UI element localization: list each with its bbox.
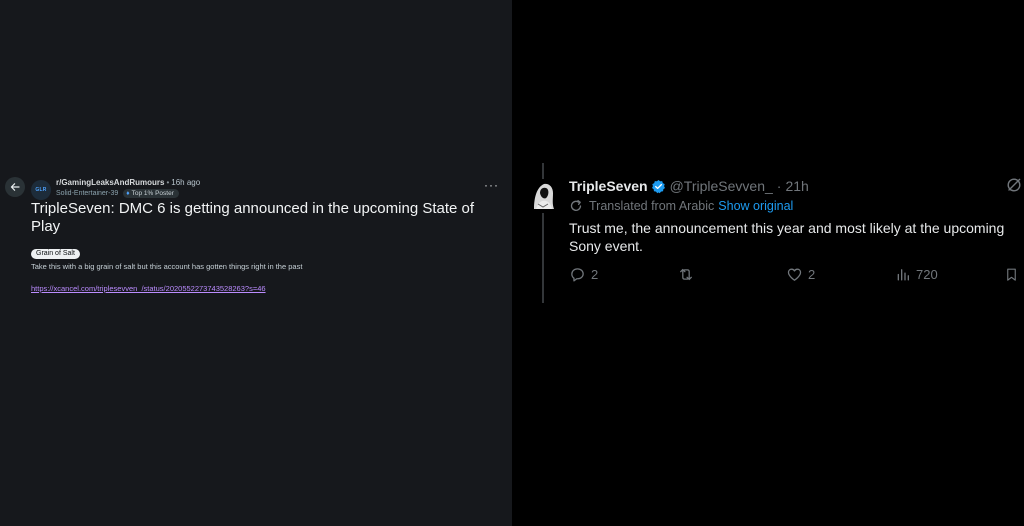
post-meta: r/GamingLeaksAndRumours • 16h ago bbox=[56, 178, 200, 187]
post-title: TripleSeven: DMC 6 is getting announced … bbox=[31, 200, 475, 235]
author-badge-label: Top 1% Poster bbox=[131, 190, 174, 197]
grok-button[interactable] bbox=[1006, 177, 1022, 193]
reply-button[interactable]: 2 bbox=[569, 266, 598, 283]
author-line: Solid-Entertainer-39 ♦ Top 1% Poster bbox=[56, 189, 179, 198]
tweet-separator: · bbox=[776, 178, 782, 194]
tweet-handle[interactable]: @TripleSevven_ bbox=[670, 178, 773, 194]
meta-separator: • bbox=[166, 178, 170, 187]
more-horizontal-icon: ··· bbox=[484, 178, 499, 192]
view-count: 720 bbox=[916, 267, 938, 282]
tweet-text: Trust me, the announcement this year and… bbox=[569, 220, 1005, 254]
grok-icon bbox=[1007, 178, 1021, 192]
post-age: 16h ago bbox=[171, 178, 201, 187]
more-options-button[interactable]: ··· bbox=[484, 178, 499, 193]
views-button[interactable]: 720 bbox=[895, 266, 938, 283]
reply-count: 2 bbox=[591, 267, 599, 282]
heart-icon bbox=[787, 268, 802, 281]
show-original-link[interactable]: Show original bbox=[718, 199, 793, 213]
hooded-figure-avatar-icon bbox=[526, 179, 560, 213]
views-chart-icon bbox=[897, 269, 909, 281]
repost-button[interactable] bbox=[677, 266, 700, 283]
bookmark-icon bbox=[1007, 268, 1016, 281]
verified-badge-icon bbox=[651, 179, 666, 194]
reply-icon bbox=[571, 268, 584, 282]
subreddit-avatar[interactable]: GLR bbox=[31, 180, 51, 200]
back-button[interactable] bbox=[5, 177, 25, 197]
post-author[interactable]: Solid-Entertainer-39 bbox=[56, 190, 118, 197]
reddit-post-pane: GLR r/GamingLeaksAndRumours • 16h ago Soli… bbox=[0, 0, 512, 526]
tweet-actions: 2 2 720 bbox=[0, 266, 1024, 286]
tweet-avatar[interactable] bbox=[526, 179, 560, 213]
like-count: 2 bbox=[808, 267, 816, 282]
subreddit-name[interactable]: r/GamingLeaksAndRumours bbox=[56, 178, 164, 187]
translate-icon bbox=[570, 199, 582, 211]
bookmark-button[interactable] bbox=[1004, 266, 1019, 283]
tweet-display-name[interactable]: TripleSeven bbox=[569, 178, 648, 194]
post-flair[interactable]: Grain of Salt bbox=[31, 249, 80, 259]
subreddit-avatar-text: GLR bbox=[35, 187, 47, 193]
tweet-time[interactable]: 21h bbox=[785, 178, 808, 194]
tweet-header: TripleSeven @TripleSevven_ · 21h bbox=[569, 177, 809, 195]
translated-label: Translated from Arabic bbox=[589, 199, 715, 213]
like-button[interactable]: 2 bbox=[786, 266, 815, 283]
author-badge: ♦ Top 1% Poster bbox=[123, 189, 179, 198]
arrow-left-icon bbox=[10, 183, 20, 191]
diamond-icon: ♦ bbox=[126, 190, 130, 197]
x-tweet-pane bbox=[512, 0, 1024, 526]
repost-icon bbox=[680, 268, 692, 281]
translation-notice: Translated from Arabic Show original bbox=[569, 199, 793, 213]
